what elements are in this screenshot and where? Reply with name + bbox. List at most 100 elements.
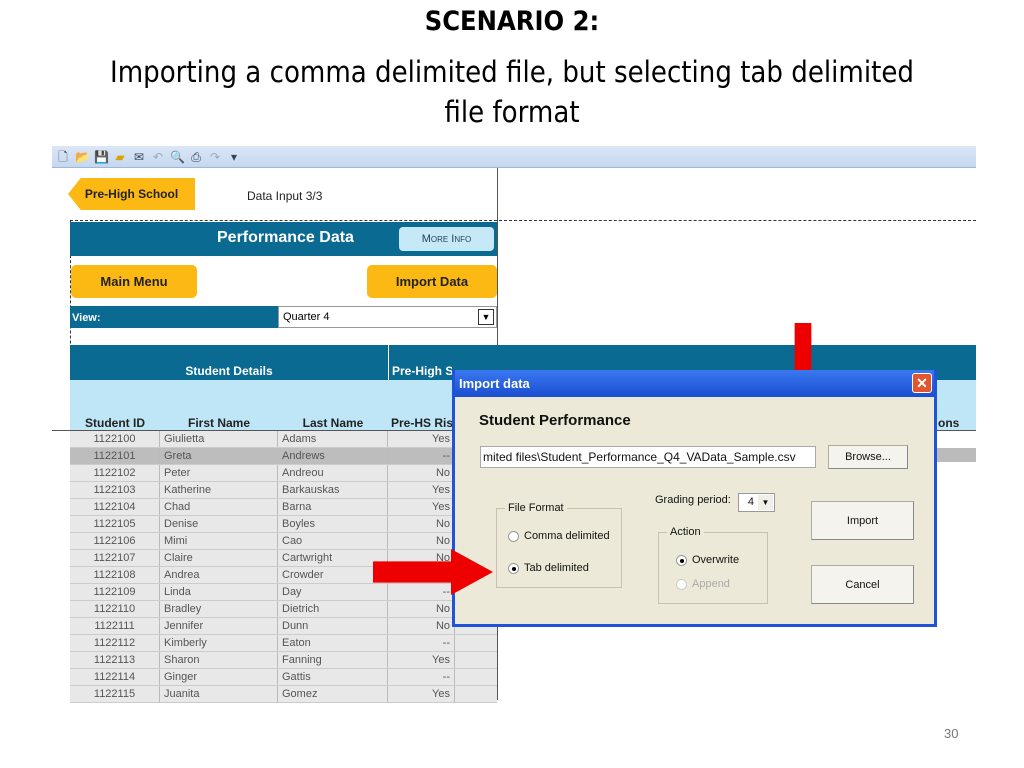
table-cell[interactable]: Cao: [278, 533, 388, 549]
table-cell[interactable]: 1122103: [70, 482, 160, 498]
col-last-name[interactable]: Last Name: [278, 416, 388, 430]
table-cell[interactable]: Yes: [388, 431, 455, 447]
table-cell[interactable]: No: [388, 601, 455, 617]
table-cell[interactable]: Claire: [160, 550, 278, 566]
table-row[interactable]: 1122115 Juanita Gomez Yes: [70, 686, 497, 703]
email-icon[interactable]: ✉: [132, 150, 146, 164]
table-cell[interactable]: Denise: [160, 516, 278, 532]
tab-delimited-radio[interactable]: Tab delimited: [508, 562, 589, 574]
table-cell[interactable]: 1122100: [70, 431, 160, 447]
print-icon[interactable]: ⎙: [189, 150, 203, 164]
table-cell[interactable]: 1122104: [70, 499, 160, 515]
browse-button[interactable]: Browse...: [828, 445, 908, 469]
table-cell[interactable]: --: [388, 448, 455, 464]
col-first-name[interactable]: First Name: [160, 416, 278, 430]
table-cell[interactable]: 1122115: [70, 686, 160, 702]
table-cell[interactable]: Sharon: [160, 652, 278, 668]
table-row[interactable]: 1122105 Denise Boyles No: [70, 516, 497, 533]
table-cell[interactable]: Yes: [388, 499, 455, 515]
table-cell[interactable]: 1122101: [70, 448, 160, 464]
table-cell[interactable]: 1122106: [70, 533, 160, 549]
folder-icon[interactable]: ▰: [113, 150, 127, 164]
table-row[interactable]: 1122112 Kimberly Eaton --: [70, 635, 497, 652]
table-cell[interactable]: --: [388, 584, 455, 600]
table-row[interactable]: 1122103 Katherine Barkauskas Yes: [70, 482, 497, 499]
table-cell[interactable]: Mimi: [160, 533, 278, 549]
table-row[interactable]: 1122101 Greta Andrews --: [70, 448, 497, 465]
table-row[interactable]: 1122109 Linda Day --: [70, 584, 497, 601]
save-icon[interactable]: 💾: [94, 150, 109, 164]
table-cell[interactable]: Katherine: [160, 482, 278, 498]
table-cell[interactable]: Dunn: [278, 618, 388, 634]
overwrite-radio[interactable]: Overwrite: [676, 554, 739, 566]
customize-icon[interactable]: ▾: [227, 150, 241, 164]
table-cell[interactable]: Crowder: [278, 567, 388, 583]
close-icon[interactable]: ✕: [912, 373, 932, 393]
redo-icon[interactable]: ↷: [208, 150, 222, 164]
table-cell[interactable]: Fanning: [278, 652, 388, 668]
table-cell[interactable]: Ginger: [160, 669, 278, 685]
table-cell[interactable]: Bradley: [160, 601, 278, 617]
grading-period-select[interactable]: 4 ▼: [738, 493, 775, 512]
table-cell[interactable]: 1122108: [70, 567, 160, 583]
table-cell[interactable]: No: [388, 618, 455, 634]
table-cell[interactable]: Cartwright: [278, 550, 388, 566]
table-cell[interactable]: Eaton: [278, 635, 388, 651]
back-button[interactable]: Pre-High School: [68, 178, 195, 210]
table-cell[interactable]: Andreou: [278, 465, 388, 481]
chevron-down-icon[interactable]: ▼: [478, 309, 494, 325]
table-cell[interactable]: Barna: [278, 499, 388, 515]
table-cell[interactable]: 1122105: [70, 516, 160, 532]
table-cell[interactable]: Barkauskas: [278, 482, 388, 498]
table-cell[interactable]: --: [388, 669, 455, 685]
table-cell[interactable]: No: [388, 465, 455, 481]
table-row[interactable]: 1122102 Peter Andreou No: [70, 465, 497, 482]
table-row[interactable]: 1122110 Bradley Dietrich No: [70, 601, 497, 618]
print-preview-icon[interactable]: 🔍: [170, 150, 185, 164]
table-cell[interactable]: 1122102: [70, 465, 160, 481]
table-row[interactable]: 1122113 Sharon Fanning Yes: [70, 652, 497, 669]
table-cell[interactable]: Peter: [160, 465, 278, 481]
table-cell[interactable]: No: [388, 516, 455, 532]
table-cell[interactable]: Chad: [160, 499, 278, 515]
table-cell[interactable]: Boyles: [278, 516, 388, 532]
table-cell[interactable]: Adams: [278, 431, 388, 447]
table-cell[interactable]: No: [388, 533, 455, 549]
table-cell[interactable]: 1122114: [70, 669, 160, 685]
chevron-down-icon[interactable]: ▼: [758, 495, 773, 510]
table-cell[interactable]: Juanita: [160, 686, 278, 702]
new-icon[interactable]: 🗋: [56, 150, 70, 164]
main-menu-button[interactable]: Main Menu: [71, 265, 197, 298]
table-cell[interactable]: Day: [278, 584, 388, 600]
table-cell[interactable]: 1122110: [70, 601, 160, 617]
comma-delimited-radio[interactable]: Comma delimited: [508, 530, 610, 542]
table-cell[interactable]: Dietrich: [278, 601, 388, 617]
table-cell[interactable]: 1122113: [70, 652, 160, 668]
table-row[interactable]: 1122114 Ginger Gattis --: [70, 669, 497, 686]
table-cell[interactable]: Yes: [388, 686, 455, 702]
table-cell[interactable]: 1122107: [70, 550, 160, 566]
import-data-button[interactable]: Import Data: [367, 265, 497, 298]
table-cell[interactable]: Yes: [388, 652, 455, 668]
view-select[interactable]: Quarter 4 ▼: [278, 306, 497, 328]
table-cell[interactable]: Linda: [160, 584, 278, 600]
table-cell[interactable]: Andrews: [278, 448, 388, 464]
undo-icon[interactable]: ↶: [151, 150, 165, 164]
open-icon[interactable]: 📂: [75, 150, 90, 164]
col-pre-hs-risk[interactable]: Pre-HS Risk: [391, 416, 453, 430]
more-info-button[interactable]: More Info: [399, 227, 494, 251]
table-cell[interactable]: Yes: [388, 482, 455, 498]
table-row[interactable]: 1122100 Giulietta Adams Yes: [70, 431, 497, 448]
table-row[interactable]: 1122104 Chad Barna Yes: [70, 499, 497, 516]
col-student-id[interactable]: Student ID: [70, 416, 160, 430]
table-cell[interactable]: 1122112: [70, 635, 160, 651]
cancel-button[interactable]: Cancel: [811, 565, 914, 604]
table-cell[interactable]: 1122111: [70, 618, 160, 634]
table-row[interactable]: 1122106 Mimi Cao No: [70, 533, 497, 550]
table-cell[interactable]: Gomez: [278, 686, 388, 702]
table-cell[interactable]: Giulietta: [160, 431, 278, 447]
table-cell[interactable]: Gattis: [278, 669, 388, 685]
table-cell[interactable]: Jennifer: [160, 618, 278, 634]
table-row[interactable]: 1122111 Jennifer Dunn No: [70, 618, 497, 635]
table-cell[interactable]: Greta: [160, 448, 278, 464]
